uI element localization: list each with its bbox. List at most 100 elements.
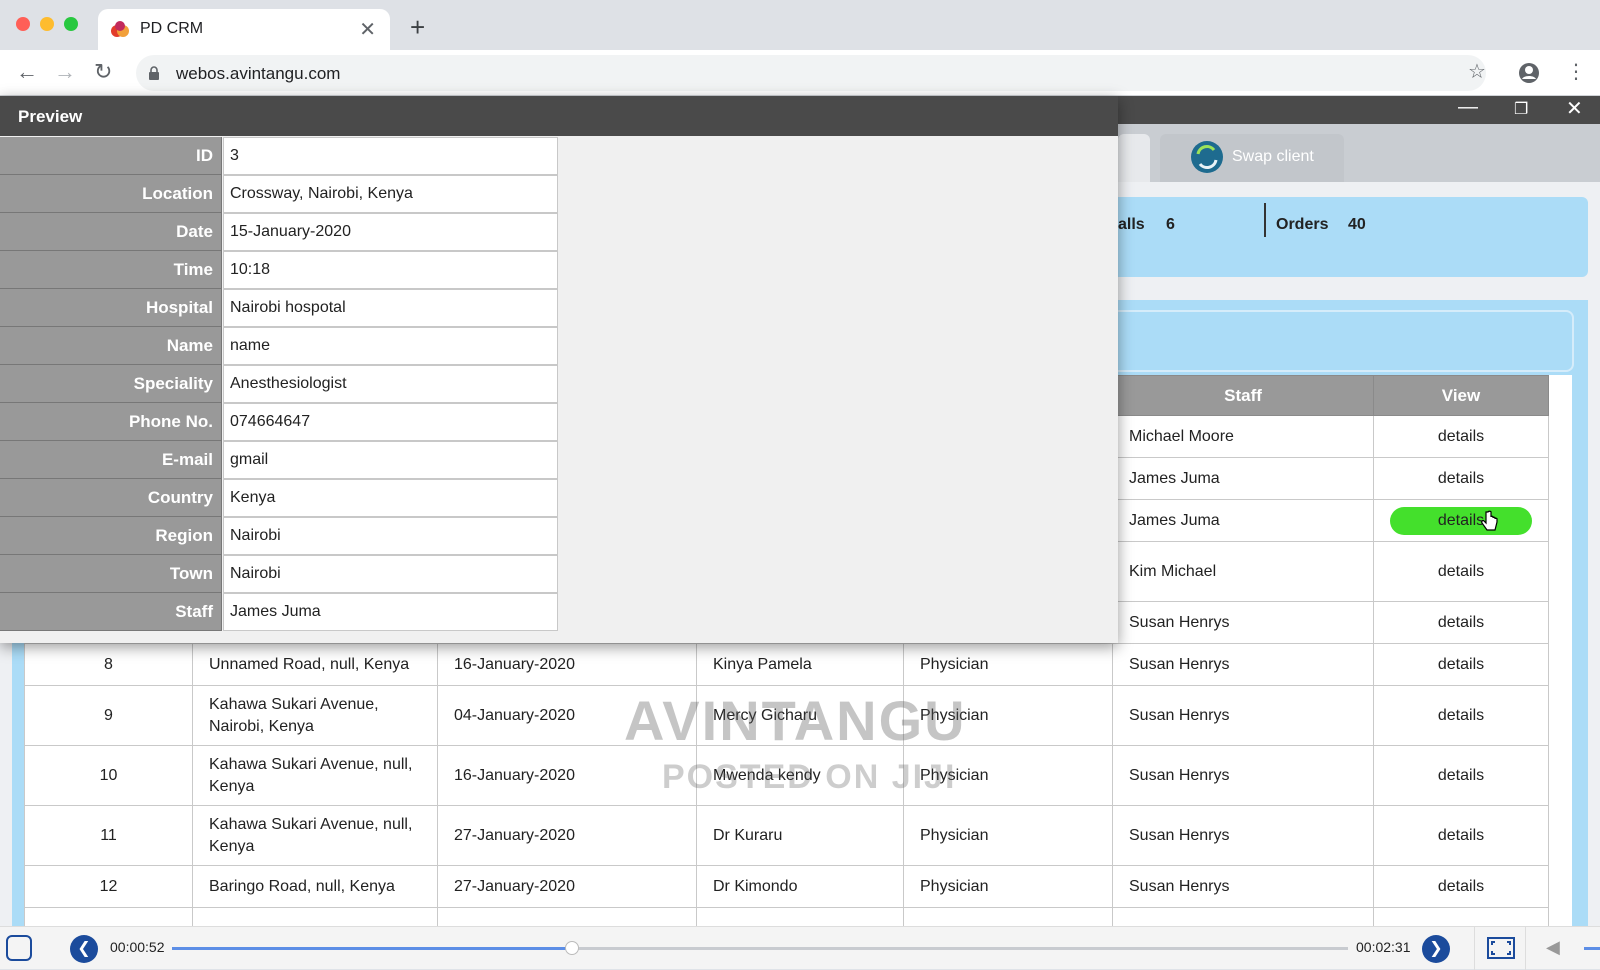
lock-icon	[149, 66, 159, 80]
forward-icon[interactable]: →	[54, 59, 76, 85]
details-button[interactable]: details	[1390, 762, 1532, 790]
swap-client-icon	[1191, 141, 1223, 173]
id-cell: 12	[24, 865, 193, 908]
field-label: E-mail	[0, 441, 222, 479]
preview-row-country: Country Kenya	[0, 479, 558, 518]
stop-icon[interactable]	[6, 935, 32, 961]
details-button[interactable]: details	[1390, 822, 1532, 850]
bookmark-star-icon[interactable]: ☆	[1468, 59, 1486, 84]
orders-value: 40	[1348, 216, 1366, 233]
maximize-icon[interactable]: ❐	[1514, 99, 1528, 119]
preview-row-location: Location Crossway, Nairobi, Kenya	[0, 175, 558, 214]
seek-thumb[interactable]	[564, 941, 579, 955]
location-cell: Kahawa Sukari Avenue, Nairobi, Kenya	[192, 685, 438, 746]
swap-client-label: Swap client	[1232, 148, 1314, 165]
field-value: 074664647	[223, 403, 558, 441]
rewind-icon[interactable]: ❮	[70, 935, 98, 963]
details-button[interactable]: details	[1390, 465, 1532, 493]
field-value: Nairobi	[223, 517, 558, 555]
preview-row-time: Time 10:18	[0, 251, 558, 290]
preview-row-date: Date 15-January-2020	[0, 213, 558, 252]
minimize-window-button[interactable]	[40, 17, 54, 31]
field-value: Anesthesiologist	[223, 365, 558, 403]
details-button[interactable]: details	[1390, 558, 1532, 586]
field-label: Country	[0, 479, 222, 517]
field-label: Staff	[0, 593, 222, 631]
field-label: Location	[0, 175, 222, 213]
name-cell: Dr Kimondo	[696, 865, 904, 908]
app-tabstrip: Swap client	[1118, 124, 1600, 182]
staff-column-header[interactable]: Staff	[1112, 375, 1374, 416]
preview-row-phone: Phone No. 074664647	[0, 403, 558, 442]
address-bar[interactable]: webos.avintangu.com	[136, 55, 1486, 91]
field-value: gmail	[223, 441, 558, 479]
url-text: webos.avintangu.com	[176, 64, 341, 83]
preview-title: Preview	[18, 107, 83, 126]
details-button[interactable]: details	[1390, 651, 1532, 679]
staff-cell: Susan Henrys	[1112, 805, 1374, 866]
forward-icon[interactable]: ❯	[1422, 935, 1450, 963]
staff-cell: Michael Moore	[1112, 415, 1374, 458]
staff-cell: Susan Henrys	[1112, 745, 1374, 806]
name-cell: Kinya Pamela	[696, 643, 904, 686]
new-tab-button[interactable]: +	[410, 12, 425, 43]
location-cell: Unnamed Road, null, Kenya	[192, 643, 438, 686]
field-label: Town	[0, 555, 222, 593]
minimize-icon[interactable]: —	[1458, 96, 1478, 119]
table-row: 8 Unnamed Road, null, Kenya 16-January-2…	[24, 643, 1549, 686]
volume-icon[interactable]: ◀	[1546, 937, 1560, 958]
account-icon[interactable]	[1518, 62, 1540, 84]
date-cell: 16-January-2020	[437, 745, 697, 806]
field-label: Region	[0, 517, 222, 555]
zoom-window-button[interactable]	[64, 17, 78, 31]
staff-cell: Susan Henrys	[1112, 685, 1374, 746]
details-button[interactable]: details	[1390, 423, 1532, 451]
field-label: Date	[0, 213, 222, 251]
details-button-active[interactable]: details	[1390, 506, 1532, 535]
volume-slider[interactable]	[1584, 947, 1600, 950]
staff-cell: Susan Henrys	[1112, 865, 1374, 908]
name-cell: Dr Kuraru	[696, 805, 904, 866]
preview-dialog: Preview ID 3 Location Crossway, Nairobi,…	[0, 96, 1118, 643]
stats-bar: alls 6 Orders 40	[1118, 197, 1588, 277]
tab-close-icon[interactable]: ✕	[359, 17, 376, 42]
preview-titlebar: Preview	[0, 96, 1118, 136]
tab-swap-client[interactable]: Swap client	[1160, 134, 1344, 182]
back-icon[interactable]: ←	[16, 59, 38, 85]
date-cell: 27-January-2020	[437, 805, 697, 866]
staff-cell: James Juma	[1112, 457, 1374, 500]
stats-divider	[1264, 203, 1266, 237]
details-button[interactable]: details	[1390, 873, 1532, 901]
staff-cell: James Juma	[1112, 499, 1374, 542]
details-button[interactable]: details	[1390, 702, 1532, 730]
field-label: Hospital	[0, 289, 222, 327]
field-value: name	[223, 327, 558, 365]
reload-icon[interactable]: ↻	[94, 59, 112, 85]
seek-bar[interactable]	[172, 941, 1348, 955]
field-label: Phone No.	[0, 403, 222, 441]
close-icon[interactable]: ✕	[1566, 96, 1583, 121]
view-column-header[interactable]: View	[1373, 375, 1549, 416]
browser-tab[interactable]: PD CRM ✕	[98, 9, 390, 50]
id-cell: 10	[24, 745, 193, 806]
details-button[interactable]: details	[1390, 609, 1532, 637]
date-cell: 27-January-2020	[437, 865, 697, 908]
field-value: James Juma	[223, 593, 558, 631]
fullscreen-button[interactable]	[1474, 927, 1526, 970]
speciality-cell: Physician	[903, 805, 1113, 866]
seek-progress	[172, 947, 572, 950]
tab-title: PD CRM	[140, 20, 204, 37]
elapsed-time: 00:00:52	[110, 939, 165, 955]
app-titlebar: — ❐ ✕	[1118, 96, 1600, 124]
field-label: Time	[0, 251, 222, 289]
total-time: 00:02:31	[1356, 939, 1411, 955]
location-cell: Baringo Road, null, Kenya	[192, 865, 438, 908]
browser-menu-icon[interactable]: ⋮	[1566, 59, 1586, 84]
preview-row-email: E-mail gmail	[0, 441, 558, 480]
preview-row-name: Name name	[0, 327, 558, 366]
browser-toolbar: ← → ↻ webos.avintangu.com ☆ ⋮	[0, 50, 1600, 96]
speciality-cell: Physician	[903, 643, 1113, 686]
tab-partial[interactable]	[1118, 134, 1150, 182]
location-cell: Kahawa Sukari Avenue, null, Kenya	[192, 805, 438, 866]
close-window-button[interactable]	[16, 17, 30, 31]
